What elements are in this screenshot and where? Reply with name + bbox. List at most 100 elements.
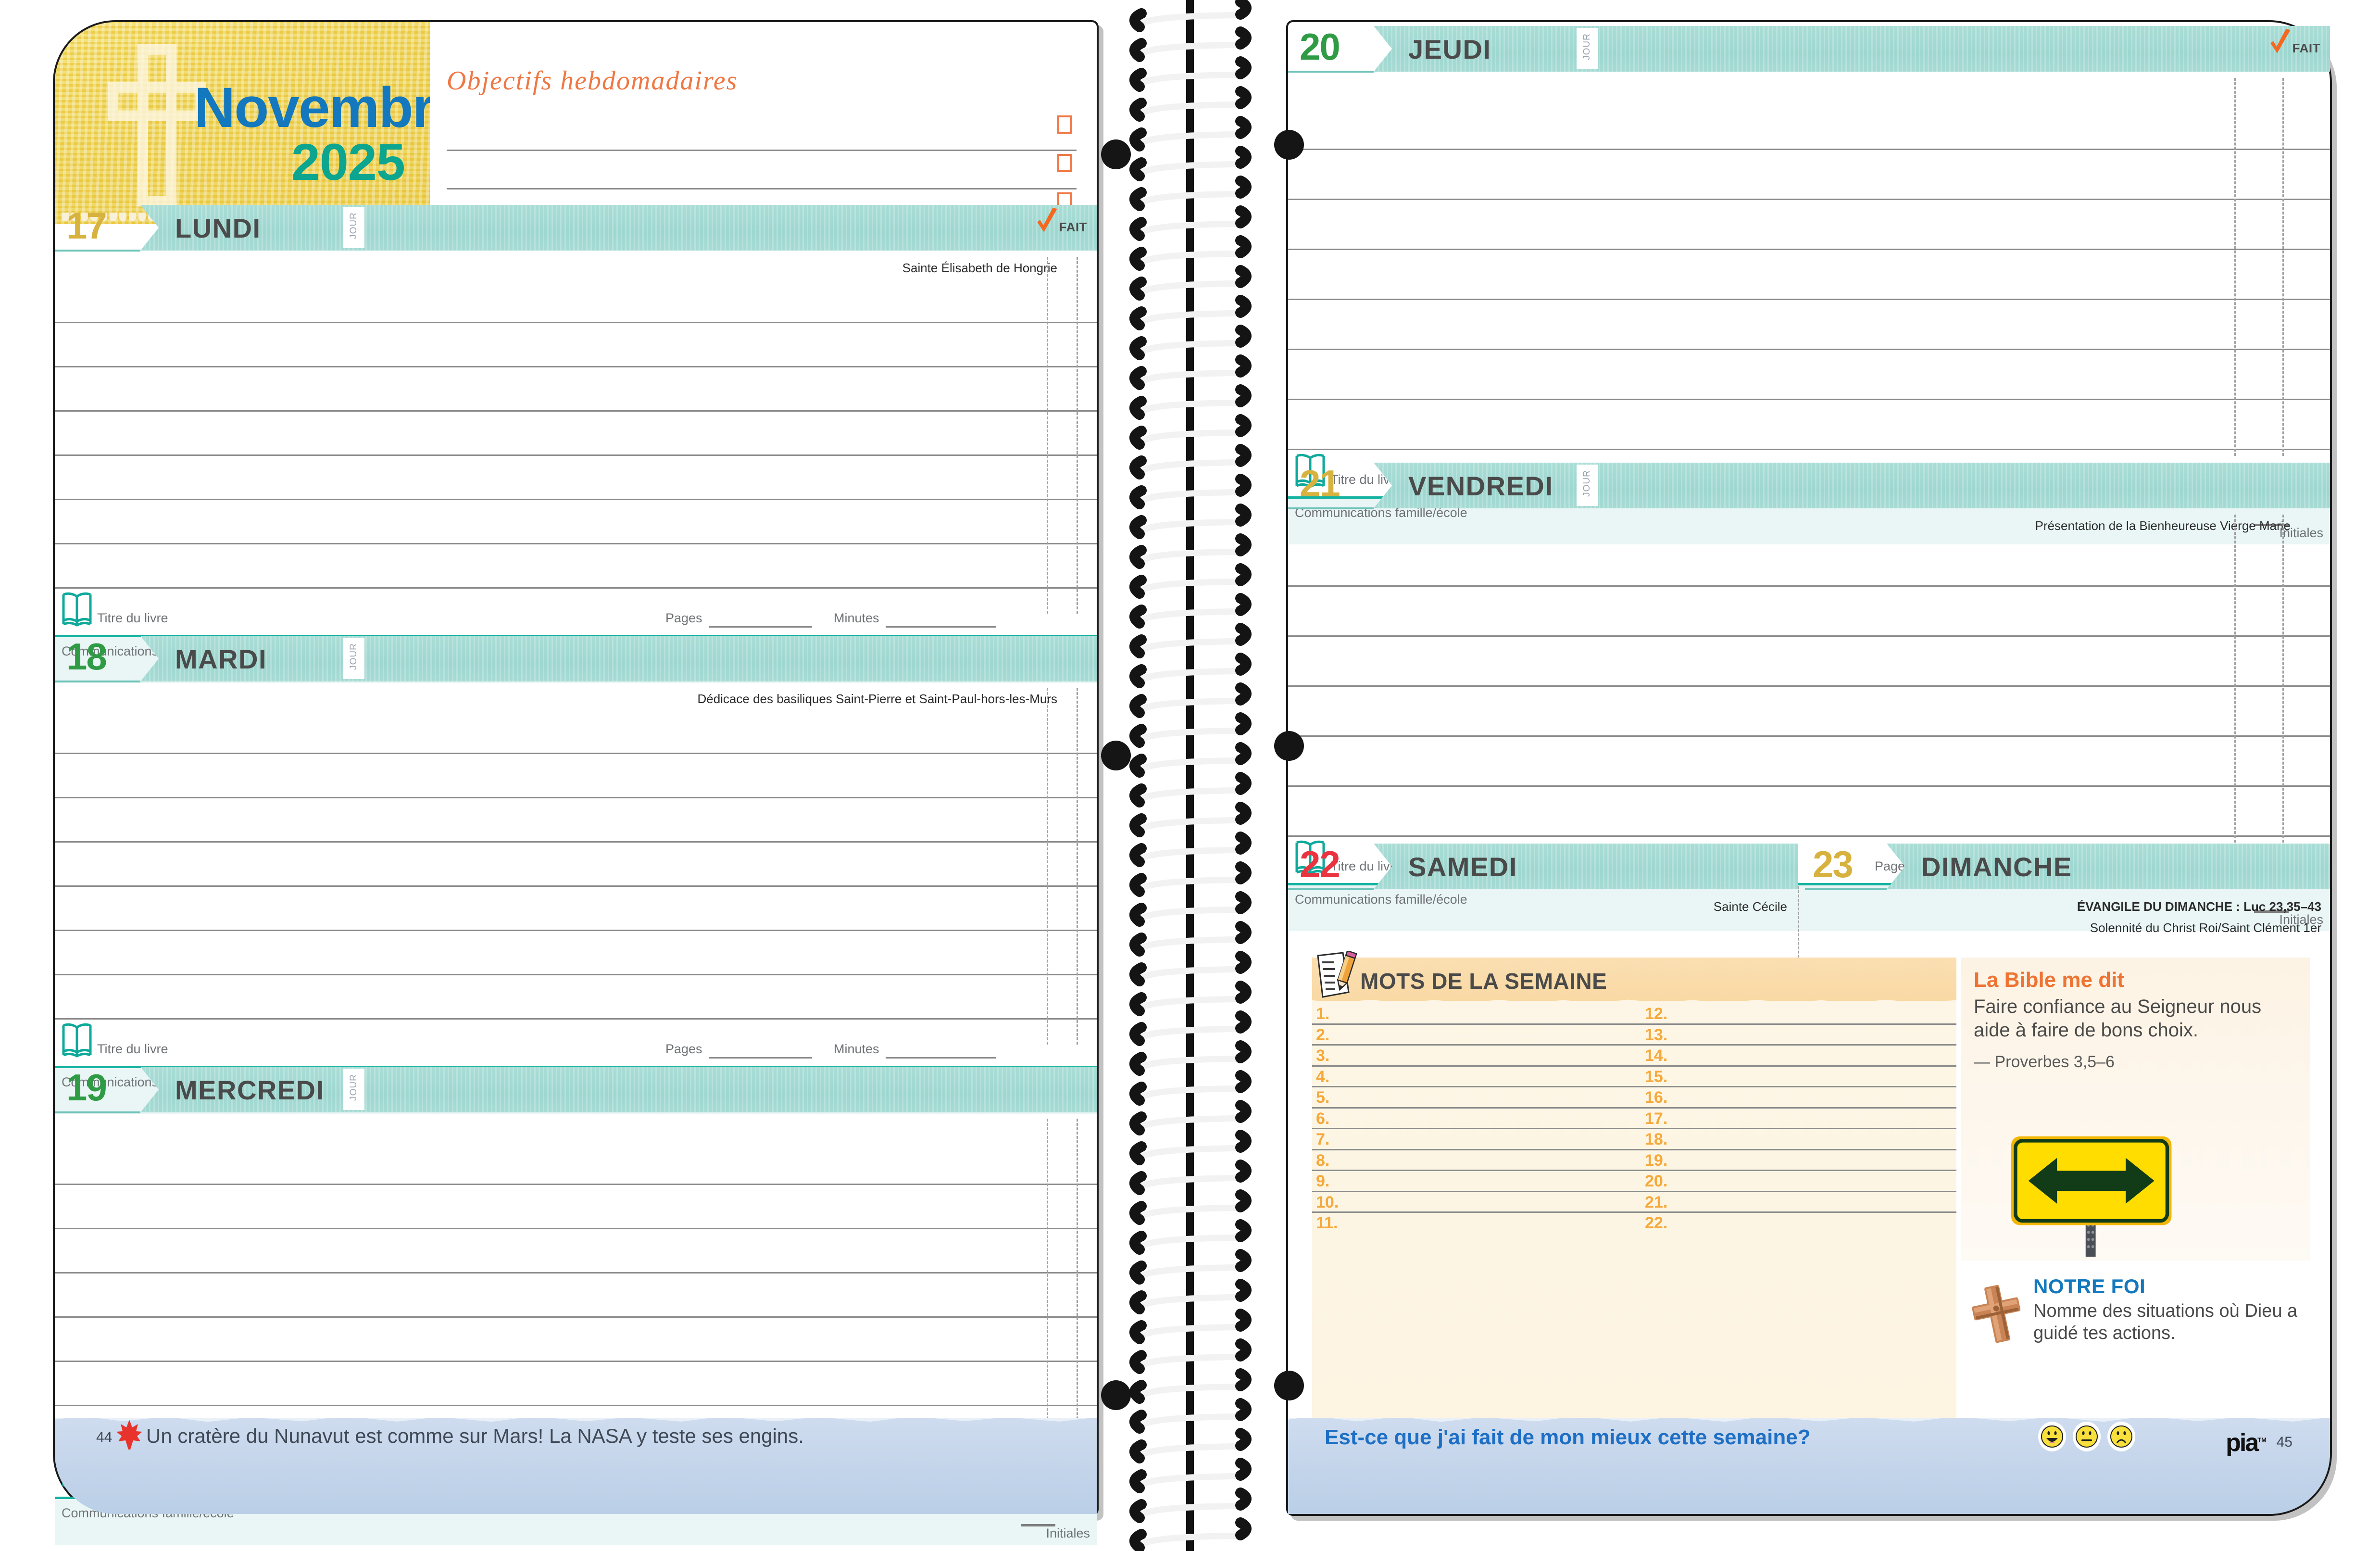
writing-lines[interactable]	[1288, 515, 2330, 851]
word-entry[interactable]: 10.	[1312, 1192, 1634, 1213]
writing-lines[interactable]	[55, 257, 1097, 614]
writing-line[interactable]	[1288, 537, 2330, 587]
writing-line[interactable]	[1288, 100, 2330, 150]
objective-checkbox[interactable]	[1057, 115, 1072, 134]
word-entry[interactable]: 4.	[1312, 1067, 1634, 1087]
word-entry[interactable]: 7.	[1312, 1129, 1634, 1150]
writing-line[interactable]	[55, 279, 1097, 323]
writing-line[interactable]	[55, 1362, 1097, 1406]
jour-label: JOUR	[349, 643, 359, 670]
perforation-guide	[2234, 515, 2236, 851]
word-entry[interactable]: 14.	[1634, 1046, 1956, 1067]
writing-line[interactable]	[1288, 150, 2330, 200]
word-entry[interactable]: 2.	[1312, 1025, 1634, 1046]
writing-line[interactable]	[1288, 587, 2330, 637]
happy-face-option[interactable]	[2038, 1422, 2066, 1451]
writing-line[interactable]	[55, 500, 1097, 544]
fait-marker[interactable]: FAIT	[1036, 208, 1087, 238]
word-entry[interactable]: 22.	[1634, 1213, 1956, 1234]
word-entry[interactable]: 18.	[1634, 1129, 1956, 1150]
day-underline	[55, 250, 140, 252]
word-entry[interactable]: 16.	[1634, 1087, 1956, 1109]
objective-checkbox[interactable]	[1057, 154, 1072, 172]
writing-line[interactable]	[1288, 687, 2330, 737]
writing-line[interactable]	[55, 412, 1097, 456]
writing-line[interactable]	[1288, 787, 2330, 837]
fait-label: FAIT	[2292, 41, 2320, 55]
writing-lines[interactable]	[1288, 78, 2330, 456]
writing-line[interactable]	[55, 931, 1097, 975]
writing-line[interactable]	[55, 754, 1097, 798]
jour-field[interactable]: JOUR	[343, 207, 364, 248]
word-number: 17.	[1645, 1109, 1668, 1128]
writing-line[interactable]	[55, 323, 1097, 367]
writing-line[interactable]	[55, 1274, 1097, 1318]
fait-marker[interactable]: FAIT	[2269, 29, 2320, 59]
writing-lines[interactable]	[55, 1119, 1097, 1475]
perforation-guide	[2282, 78, 2284, 456]
minutes-input[interactable]	[886, 1057, 996, 1059]
page-number-left: 44	[96, 1429, 113, 1445]
page-number-right: 45	[2276, 1434, 2292, 1450]
day-underline	[55, 1111, 140, 1113]
writing-line[interactable]	[55, 367, 1097, 412]
pages-input[interactable]	[709, 1057, 812, 1059]
writing-line[interactable]	[1288, 200, 2330, 250]
writing-line[interactable]	[1288, 637, 2330, 687]
word-entry[interactable]: 5.	[1312, 1087, 1634, 1109]
word-entry[interactable]: 3.	[1312, 1046, 1634, 1067]
word-entry[interactable]: 20.	[1634, 1171, 1956, 1192]
writing-line[interactable]	[1288, 350, 2330, 400]
jour-field[interactable]: JOUR	[343, 638, 364, 679]
word-entry[interactable]: 11.	[1312, 1213, 1634, 1234]
word-entry[interactable]: 8.	[1312, 1150, 1634, 1171]
word-entry[interactable]: 15.	[1634, 1067, 1956, 1087]
objective-row[interactable]	[447, 113, 1077, 151]
day-band	[1374, 26, 2330, 72]
jour-field[interactable]: JOUR	[1577, 28, 1598, 69]
writing-line[interactable]	[55, 975, 1097, 1020]
bible-reference: — Proverbes 3,5–6	[1974, 1052, 2115, 1071]
perforation-guide	[1077, 688, 1078, 1045]
writing-line[interactable]	[55, 710, 1097, 754]
writing-line[interactable]	[1288, 300, 2330, 350]
day-block-samedi: 22 SAMEDI Sainte Cécile	[1288, 840, 1798, 918]
day-number: 20	[1300, 25, 1340, 68]
writing-line[interactable]	[55, 1141, 1097, 1185]
writing-line[interactable]	[1288, 250, 2330, 300]
punch-hole	[1274, 130, 1304, 160]
word-entry[interactable]: 19.	[1634, 1150, 1956, 1171]
writing-line[interactable]	[55, 887, 1097, 931]
writing-line[interactable]	[1288, 737, 2330, 787]
jour-field[interactable]: JOUR	[1577, 465, 1598, 506]
writing-line[interactable]	[55, 544, 1097, 589]
word-entry[interactable]: 12.	[1634, 1004, 1956, 1025]
neutral-face-option[interactable]	[2073, 1422, 2101, 1451]
day-underline	[1805, 888, 1887, 890]
word-number: 10.	[1316, 1193, 1339, 1211]
writing-line[interactable]	[1288, 400, 2330, 450]
word-number: 16.	[1645, 1088, 1668, 1107]
writing-line[interactable]	[55, 1229, 1097, 1274]
perforation-guide	[1077, 257, 1078, 614]
mood-face-selector[interactable]	[2038, 1422, 2135, 1451]
writing-line[interactable]	[55, 456, 1097, 500]
book-log-row: Titre du livre Pages Minutes	[55, 1020, 1097, 1066]
objective-row[interactable]	[447, 151, 1077, 189]
word-entry[interactable]: 1.	[1312, 1004, 1634, 1025]
spiral-binding	[1101, 0, 1304, 1551]
minutes-input[interactable]	[886, 626, 996, 628]
sad-face-option[interactable]	[2107, 1422, 2135, 1451]
writing-line[interactable]	[55, 798, 1097, 843]
word-entry[interactable]: 13.	[1634, 1025, 1956, 1046]
writing-line[interactable]	[55, 843, 1097, 887]
writing-lines[interactable]	[55, 688, 1097, 1045]
word-entry[interactable]: 21.	[1634, 1192, 1956, 1213]
writing-line[interactable]	[55, 1185, 1097, 1229]
word-entry[interactable]: 9.	[1312, 1171, 1634, 1192]
word-entry[interactable]: 17.	[1634, 1109, 1956, 1129]
pages-input[interactable]	[709, 626, 812, 628]
jour-field[interactable]: JOUR	[343, 1069, 364, 1110]
word-entry[interactable]: 6.	[1312, 1109, 1634, 1129]
writing-line[interactable]	[55, 1318, 1097, 1362]
